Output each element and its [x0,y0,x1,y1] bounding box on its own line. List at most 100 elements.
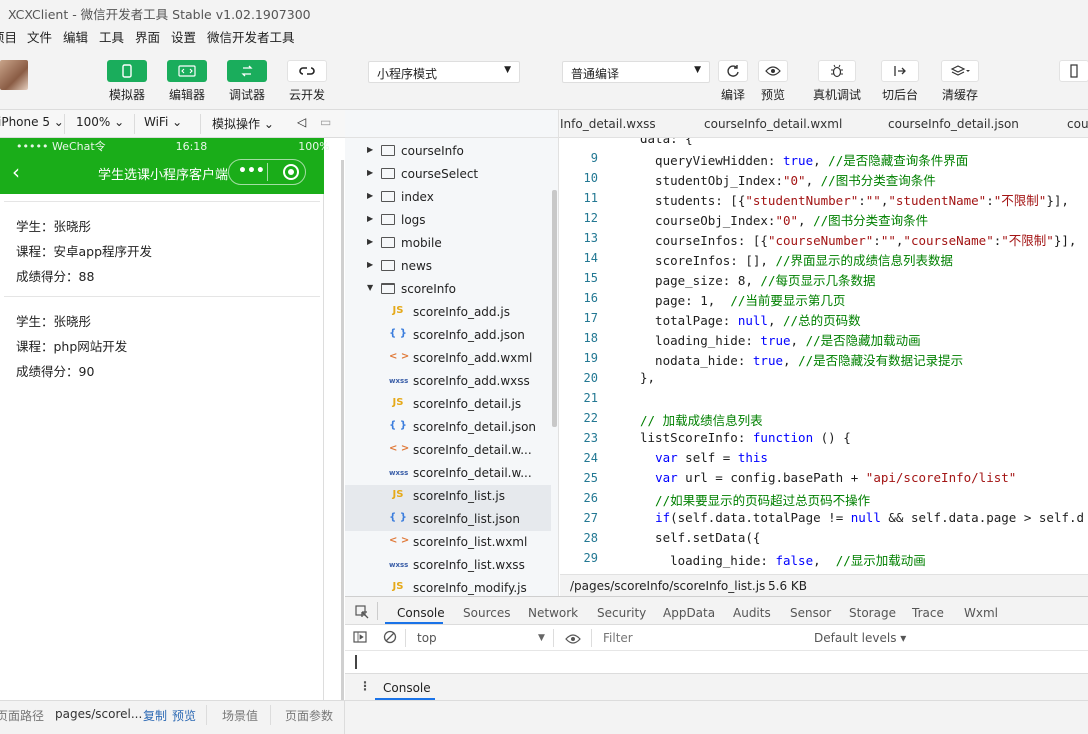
mode-select[interactable]: 小程序模式 ▼ [368,61,520,83]
folder-courseselect[interactable]: ▶ courseSelect [345,163,551,186]
eye-icon[interactable] [565,633,581,647]
line-number: 20 [583,371,598,385]
network-select[interactable]: WiFi ⌄ [144,115,182,129]
menu-edit[interactable]: 编辑 [63,27,88,46]
tab-courseinfo-json[interactable]: courseInfo_detail.json [888,117,1019,131]
more-button[interactable] [1054,60,1088,82]
tab-console[interactable]: Console [397,606,445,620]
simulator-scrollbar[interactable] [341,160,344,700]
preview-button[interactable]: 预览 [743,60,803,103]
json-file-icon: { } [389,328,407,339]
tab-wxml[interactable]: Wxml [964,606,998,620]
menu-project[interactable]: 项目 [0,27,17,46]
avatar[interactable] [0,60,28,90]
file-item[interactable]: JS scoreInfo_add.js [345,301,551,324]
tab-network[interactable]: Network [528,606,578,620]
copy-link[interactable]: 复制 [143,707,167,724]
line-number: 19 [583,351,598,365]
file-tree-scrollbar[interactable] [552,190,557,427]
line-number: 10 [583,171,598,185]
background-button[interactable]: 切后台 [870,60,930,103]
file-item[interactable]: { } scoreInfo_detail.json [345,416,551,439]
drawer-tab-console[interactable]: Console [383,681,431,695]
menu-wechat-devtools[interactable]: 微信开发者工具 [207,27,295,46]
close-circle-icon[interactable] [283,164,299,180]
page-params[interactable]: 页面参数 [285,707,333,724]
drawer-menu-icon[interactable]: ⋮ [359,679,371,693]
compile-mode-select[interactable]: 普通编译 ▼ [562,61,710,83]
real-device-debug-button[interactable]: 真机调试 [807,60,867,103]
devtools-tabs: Console Sources Network Security AppData… [345,597,1088,625]
code-line: listScoreInfo: function () { [640,430,851,445]
file-item[interactable]: { } scoreInfo_list.json [345,508,551,531]
tab-more[interactable]: cou [1067,117,1088,131]
file-item[interactable]: JS scoreInfo_detail.js [345,393,551,416]
console-toolbar: top ▼ Default levels ▾ [345,625,1088,651]
active-tab-indicator [385,622,443,624]
phone-simulator[interactable]: ••••• WeChat令 16:18 100% ‹ 学生选课小程序客户端 ••… [0,138,330,700]
js-file-icon: JS [392,397,404,408]
scene-value[interactable]: 场景值 [222,707,258,724]
toggle-sidebar-icon[interactable] [353,631,367,646]
tab-security[interactable]: Security [597,606,646,620]
debugger-button[interactable]: 调试器 [217,60,277,103]
tab-appdata[interactable]: AppData [663,606,715,620]
preview-link[interactable]: 预览 [172,707,196,724]
score-record-card[interactable]: 学生：张晓彤 课程：安卓app程序开发 成绩得分：88 [0,202,322,297]
file-item[interactable]: < > scoreInfo_add.wxml [345,347,551,370]
folder-scoreinfo[interactable]: ▼ scoreInfo [345,278,551,301]
more-dots-icon[interactable]: ••• [238,163,265,179]
score-record-card[interactable]: 学生：张晓彤 课程：php网站开发 成绩得分：90 [0,297,322,392]
file-item[interactable]: wxss scoreInfo_list.wxss [345,554,551,577]
layers-icon [941,60,979,82]
zoom-select[interactable]: 100% ⌄ [76,115,124,129]
file-item[interactable]: < > scoreInfo_list.wxml [345,531,551,554]
simulator-button[interactable]: 模拟器 [97,60,157,103]
tab-sensor[interactable]: Sensor [790,606,831,620]
folder-news[interactable]: ▶ news [345,255,551,278]
folder-index[interactable]: ▶ index [345,186,551,209]
tab-sources[interactable]: Sources [463,606,510,620]
menu-view[interactable]: 界面 [135,27,160,46]
code-editor[interactable]: data: { 9 queryViewHidden: true, //是否隐藏查… [560,138,1088,574]
main-toolbar: 模拟器 编辑器 调试器 云开发 小程序模式 ▼ 普通编译 ▼ 编译 预览 真机调… [0,46,1088,110]
file-item[interactable]: { } scoreInfo_add.json [345,324,551,347]
console-cursor[interactable] [355,655,357,669]
editor-button[interactable]: 编辑器 [157,60,217,103]
context-select[interactable]: top [417,631,437,645]
folder-courseinfo[interactable]: ▶ courseInfo [345,140,551,163]
tab-storage[interactable]: Storage [849,606,896,620]
clear-cache-button[interactable]: 清缓存 [930,60,990,103]
device-select[interactable]: iPhone 5 ⌄ [0,115,64,129]
tab-trace[interactable]: Trace [912,606,944,620]
course-name: 课程：安卓app程序开发 [16,244,153,259]
tab-audits[interactable]: Audits [733,606,771,620]
dropdown-arrow-icon[interactable]: ▼ [538,633,545,643]
file-item[interactable]: wxss scoreInfo_detail.w... [345,462,551,485]
console-filter-input[interactable] [597,628,803,648]
file-item[interactable]: wxss scoreInfo_add.wxss [345,370,551,393]
menu-settings[interactable]: 设置 [171,27,196,46]
clear-console-icon[interactable] [383,630,397,647]
cloud-button[interactable]: 云开发 [277,60,337,103]
menu-tools[interactable]: 工具 [99,27,124,46]
volume-icon[interactable]: ◁ [297,115,306,129]
log-levels-select[interactable]: Default levels ▾ [814,631,906,645]
back-arrow-icon[interactable]: ‹ [12,160,20,184]
code-line: //如果要显示的页码超过总页码不操作 [640,493,871,508]
file-item[interactable]: < > scoreInfo_detail.w... [345,439,551,462]
tab-detail-wxss[interactable]: Info_detail.wxss [560,117,656,131]
eye-icon [758,60,788,82]
tab-courseinfo-wxml[interactable]: courseInfo_detail.wxml [704,117,842,131]
code-line: queryViewHidden: true, //是否隐藏查询条件界面 [640,153,969,168]
window-icon[interactable]: ▭ [320,115,331,129]
folder-logs[interactable]: ▶ logs [345,209,551,232]
folder-mobile[interactable]: ▶ mobile [345,232,551,255]
file-path: /pages/scoreInfo/scoreInfo_list.js [570,579,766,593]
inspect-element-icon[interactable] [355,605,369,622]
operation-select[interactable]: 模拟操作 ⌄ [212,115,274,132]
capsule-menu[interactable]: ••• [228,159,306,185]
code-line: var url = config.basePath + "api/scoreIn… [655,470,1017,485]
menu-file[interactable]: 文件 [27,27,52,46]
file-item-selected[interactable]: JS scoreInfo_list.js [345,485,551,508]
